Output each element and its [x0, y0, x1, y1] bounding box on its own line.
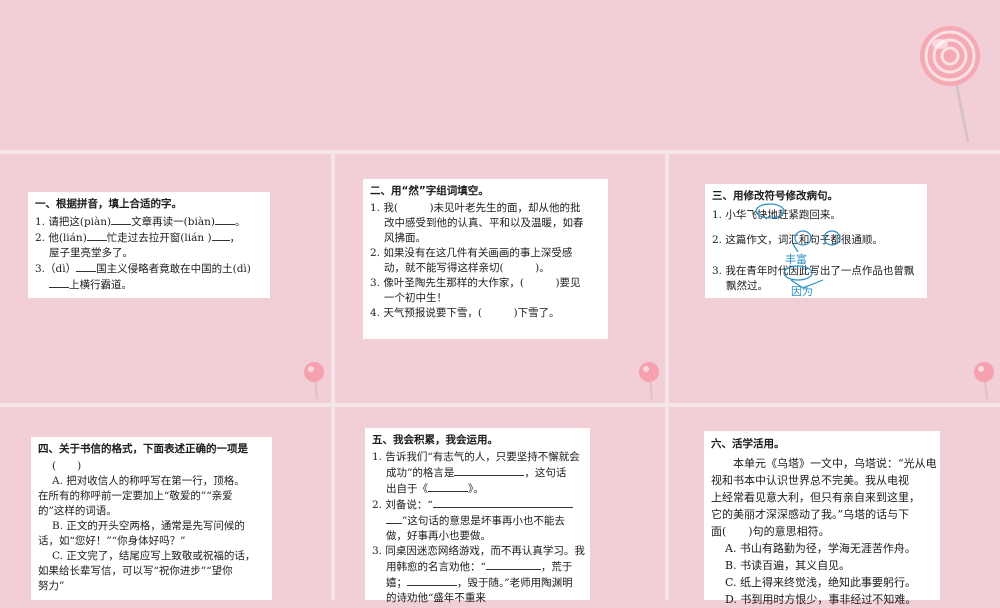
blank[interactable]: [428, 481, 468, 492]
blank[interactable]: [432, 497, 573, 508]
blank[interactable]: [49, 277, 69, 288]
lollipop-icon: [304, 362, 324, 400]
exercise-card-6: 六、活学活用。 本单元《乌塔》一文中，乌塔说：“光从电 视和书本中认识世界总不完…: [704, 431, 940, 606]
option-c[interactable]: C. 纸上得来终觉浅，绝知此事要躬行。: [711, 574, 933, 591]
correction-text: 因为: [791, 285, 813, 298]
exercise-card-1: 一、根据拼音，填上合适的字。 1. 请把这(piàn) 文章再读一(biàn)。 …: [28, 192, 270, 298]
lollipop-icon: [639, 362, 659, 400]
exercise-card-4: 四、关于书信的格式，下面表述正确的一项是 ( ) A. 把对收信人的称呼写在第一…: [31, 437, 272, 600]
blank[interactable]: [76, 261, 97, 272]
exercise-card-2: 二、用“然”字组词填空。 1. 我( )未见叶老先生的面，却从他的批 改中感受到…: [363, 179, 608, 339]
divider: [0, 150, 1000, 154]
blank[interactable]: [111, 214, 132, 225]
correction-marks: [755, 203, 841, 289]
divider: [0, 403, 1000, 407]
blank[interactable]: [454, 465, 525, 476]
exercise-card-5: 五、我会积累，我会运用。 1. 告诉我们“有志气的人，只要坚持不懈就会 成功”的…: [365, 428, 590, 604]
card-title: 二、用“然”字组词填空。: [370, 185, 489, 197]
correction-text: 丰富: [785, 253, 807, 266]
card-title: 五、我会积累，我会运用。: [372, 434, 498, 446]
blank[interactable]: [86, 230, 107, 241]
blank[interactable]: [485, 559, 541, 570]
card-title: 四、关于书信的格式，下面表述正确的一项是: [38, 443, 248, 455]
divider: [665, 150, 669, 600]
option-a[interactable]: A. 书山有路勤为径，学海无涯苦作舟。: [711, 540, 933, 557]
blank[interactable]: [214, 214, 235, 225]
card-title: 一、根据拼音，填上合适的字。: [35, 198, 182, 210]
lollipop-icon: [974, 362, 994, 400]
blank[interactable]: [407, 575, 457, 586]
exercise-card-3: 三、用修改符号修改病句。 1. 小华飞快地赶紧跑回来。 2. 这篇作文，词汇和句…: [705, 184, 927, 298]
blank[interactable]: [211, 230, 230, 241]
divider: [331, 150, 335, 600]
blank[interactable]: [386, 513, 402, 524]
lollipop-icon: [920, 26, 980, 143]
option-b[interactable]: B. 书读百遍，其义自见。: [711, 557, 933, 574]
card-title: 六、活学活用。: [711, 438, 785, 450]
